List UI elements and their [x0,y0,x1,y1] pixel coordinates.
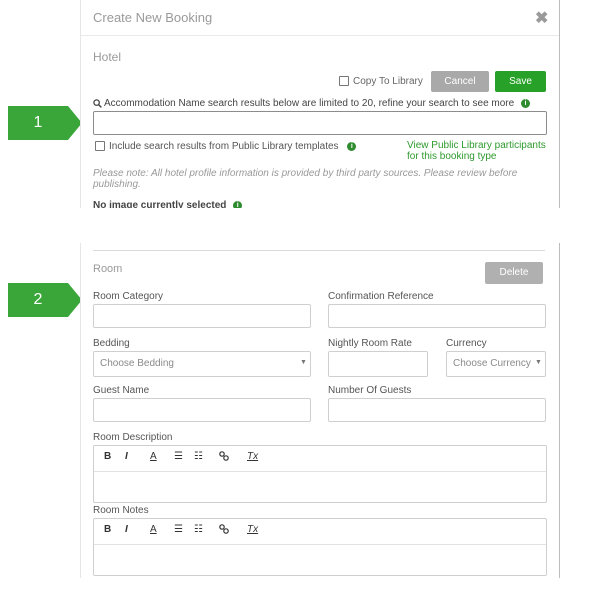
delete-button[interactable]: Delete [485,262,543,284]
copy-to-library-checkbox[interactable]: Copy To Library [339,76,423,87]
guest-name-label: Guest Name [93,385,150,396]
room-panel: Room Delete Room Category Confirmation R… [80,243,560,578]
include-public-library-checkbox[interactable]: Include search results from Public Libra… [95,141,357,152]
section-divider [93,250,545,251]
view-link-line1[interactable]: View Public Library participants [407,140,546,151]
header-divider [81,35,559,36]
magnifier-icon [93,99,102,108]
search-hint-text: Accommodation Name search results below … [104,98,515,109]
no-image-text: No image currently selected [93,200,227,208]
link-icon[interactable] [219,524,229,537]
view-link-line2[interactable]: for this booking type [407,151,546,162]
checkbox-icon[interactable] [95,141,105,152]
clear-format-icon[interactable]: Tx [247,451,258,462]
room-notes-editor[interactable]: B I A ☰ ☷ Tx [93,518,547,576]
cancel-button[interactable]: Cancel [431,71,489,92]
link-icon[interactable] [219,451,229,461]
section-title-room: Room [93,263,123,275]
room-category-label: Room Category [93,291,164,302]
nightly-room-rate-label: Nightly Room Rate [328,338,412,349]
confirmation-reference-label: Confirmation Reference [328,291,434,302]
room-notes-label: Room Notes [93,505,149,516]
ordered-list-icon[interactable]: ☰ [174,451,183,462]
checkbox-icon[interactable] [339,76,349,87]
clear-format-icon[interactable]: Tx [247,524,258,535]
nightly-room-rate-input[interactable] [328,351,428,377]
bold-icon[interactable]: B [104,451,111,462]
view-public-library-link[interactable]: View Public Library participants for thi… [407,140,546,162]
info-icon[interactable]: i [347,141,357,151]
section-title-hotel: Hotel [93,50,122,64]
room-category-input[interactable] [93,304,311,328]
guest-name-input[interactable] [93,398,311,422]
text-color-icon[interactable]: A [150,524,157,535]
step-callout-1: 1 [8,106,82,140]
room-description-label: Room Description [93,432,173,443]
bedding-select[interactable]: Choose Bedding ▼ [93,351,311,377]
booking-modal-hotel-panel: Create New Booking ✖ Hotel Copy To Libra… [80,0,560,208]
search-hint: Accommodation Name search results below … [93,98,530,109]
callout-number: 2 [33,291,43,308]
info-icon[interactable]: i [233,200,243,208]
callout-number: 1 [33,114,43,131]
editor-toolbar: B I A ☰ ☷ Tx [94,519,546,545]
room-description-editor[interactable]: B I A ☰ ☷ Tx [93,445,547,503]
ordered-list-icon[interactable]: ☰ [174,524,183,535]
currency-label: Currency [446,338,487,349]
accommodation-search-input[interactable] [93,111,547,135]
step-callout-2: 2 [8,283,82,317]
editor-toolbar: B I A ☰ ☷ Tx [94,446,546,472]
number-of-guests-label: Number Of Guests [328,385,412,396]
save-button[interactable]: Save [495,71,546,92]
include-public-library-label: Include search results from Public Libra… [109,141,339,152]
currency-select[interactable]: Choose Currency ▼ [446,351,546,377]
link-icon[interactable] [219,451,229,464]
text-color-icon[interactable]: A [150,451,157,462]
modal-title: Create New Booking [93,10,213,25]
no-image-status: No image currently selected i [93,200,243,208]
bedding-placeholder: Choose Bedding [100,358,174,369]
copy-to-library-label: Copy To Library [353,76,423,87]
info-icon[interactable]: i [520,98,530,108]
italic-icon[interactable]: I [125,451,128,462]
currency-placeholder: Choose Currency [453,358,531,369]
chevron-down-icon: ▼ [535,359,542,366]
number-of-guests-input[interactable] [328,398,546,422]
link-icon[interactable] [219,524,229,534]
close-icon[interactable]: ✖ [535,8,548,28]
italic-icon[interactable]: I [125,524,128,535]
bold-icon[interactable]: B [104,524,111,535]
chevron-down-icon: ▼ [300,359,307,366]
bullet-list-icon[interactable]: ☷ [194,524,203,535]
bedding-label: Bedding [93,338,130,349]
confirmation-reference-input[interactable] [328,304,546,328]
bullet-list-icon[interactable]: ☷ [194,451,203,462]
third-party-note: Please note: All hotel profile informati… [93,168,518,190]
